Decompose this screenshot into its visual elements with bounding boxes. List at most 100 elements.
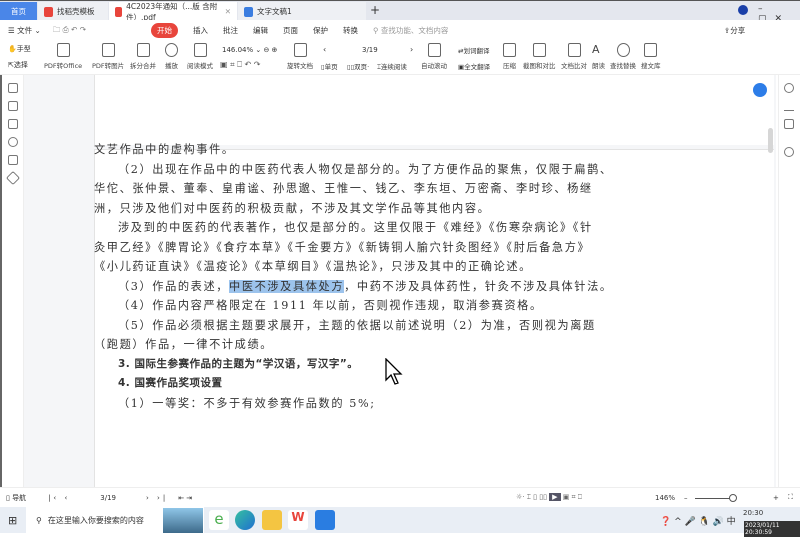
- label: PDF转Office: [44, 62, 83, 70]
- system-tray-icons[interactable]: ❓ ^ 🎤 🐧 🔊 中: [660, 514, 736, 527]
- read-mode-button[interactable]: 阅读模式: [187, 43, 213, 70]
- label: 连续阅读: [380, 63, 407, 71]
- pdf-to-image-button[interactable]: PDF转图片: [92, 43, 124, 70]
- zoom-slider-handle[interactable]: [729, 494, 737, 502]
- menu-insert[interactable]: 插入: [193, 25, 208, 36]
- rotate-button[interactable]: 旋转文档: [287, 43, 313, 70]
- first-prev-buttons[interactable]: |‹ ‹: [48, 494, 70, 502]
- pdf-icon: [115, 6, 123, 17]
- full-translate-button[interactable]: ▣全文翻译: [458, 61, 490, 71]
- prev-page-button[interactable]: ‹: [323, 45, 326, 54]
- settings-slider-icon[interactable]: [784, 101, 794, 111]
- tab-home[interactable]: 首页: [0, 2, 37, 21]
- share-button[interactable]: ⇪分享: [724, 25, 745, 36]
- hand-tool[interactable]: ✋手型: [8, 44, 31, 54]
- tab-template[interactable]: 找稻壳模板: [38, 2, 108, 21]
- screenshot-compare-button[interactable]: 截图和对比: [523, 43, 556, 70]
- nav-button[interactable]: ▯ 导航: [6, 493, 26, 503]
- label: 全文翻译: [464, 63, 491, 71]
- continuous-read-button[interactable]: ⌶连续阅读: [377, 61, 407, 72]
- zoom-in-button[interactable]: +: [773, 494, 779, 502]
- text-line: （4）作品内容严格限定在 1911 年以前，否则视作违规，取消参赛资格。: [118, 299, 543, 312]
- attachment-icon[interactable]: [8, 137, 18, 147]
- label: 朗读: [592, 62, 605, 70]
- menu-convert[interactable]: 转换: [343, 25, 358, 36]
- text-line: 文艺作品中的虚构事件。: [94, 143, 235, 156]
- ie-browser-icon[interactable]: e: [209, 510, 229, 530]
- floating-tool-button[interactable]: [753, 83, 767, 97]
- page-indicator[interactable]: 3/19: [362, 46, 378, 54]
- fit-icons[interactable]: ▣ ⌗ ⎕ ↶ ↷: [220, 60, 260, 70]
- label: 文档比对: [561, 62, 587, 70]
- menu-protect[interactable]: 保护: [313, 25, 328, 36]
- compress-button[interactable]: 压缩: [503, 43, 516, 70]
- new-tab-button[interactable]: +: [370, 3, 380, 17]
- tab-label: 首页: [11, 7, 26, 16]
- close-icon[interactable]: ✕: [225, 7, 231, 16]
- label: 双页: [354, 63, 368, 71]
- wps-icon[interactable]: W: [288, 510, 308, 530]
- quick-access-icons[interactable]: 🗀 ⎙ ↶ ↷: [53, 24, 86, 37]
- signature-icon[interactable]: [8, 155, 18, 165]
- panel-icon[interactable]: [784, 119, 794, 129]
- label: 拆分合并: [130, 62, 156, 70]
- right-sidebar: [778, 75, 800, 487]
- menu-page[interactable]: 页面: [283, 25, 298, 36]
- vertical-scrollbar[interactable]: [768, 128, 773, 153]
- label: 单页: [324, 63, 338, 71]
- single-page-button[interactable]: ▯单页: [321, 61, 338, 71]
- find-replace-button[interactable]: 查找替换: [610, 43, 636, 70]
- auto-scroll-button[interactable]: 自动滚动: [421, 43, 447, 70]
- search-icon: ⚲: [36, 515, 42, 525]
- thumbnail-icon[interactable]: [8, 101, 18, 111]
- page-indicator[interactable]: 3/19: [100, 494, 116, 502]
- search-library-button[interactable]: 搜文库: [641, 43, 661, 70]
- selected-text[interactable]: 中医不涉及具体处方: [229, 279, 345, 293]
- layers-icon[interactable]: [5, 170, 21, 186]
- status-bar: ▯ 导航 |‹ ‹ 3/19 › ›| ⇤ ⇥ ☼· ⌶ ▯ ▯▯ ▶ ▣ ⌗ …: [0, 487, 800, 507]
- windows-start-icon[interactable]: ⊞: [8, 514, 17, 527]
- library-icon: [644, 43, 658, 57]
- back-forward-icons[interactable]: ⇤ ⇥: [178, 494, 192, 502]
- comment-icon[interactable]: [8, 119, 18, 129]
- double-page-button[interactable]: ▯▯双页·: [347, 61, 369, 71]
- bookmark-icon[interactable]: [8, 83, 18, 93]
- menu-comment[interactable]: 批注: [223, 25, 238, 36]
- menu-edit[interactable]: 编辑: [253, 25, 268, 36]
- tab-pdf[interactable]: 4C2023年通知（...版 含附件）.pdf ✕: [109, 2, 237, 22]
- read-aloud-button[interactable]: A 朗读: [592, 43, 605, 70]
- zoom-out-button[interactable]: –: [684, 494, 688, 502]
- search-placeholder: 在这里输入你要搜索的内容: [47, 515, 144, 525]
- select-tool[interactable]: ⇱选择: [8, 60, 28, 70]
- avatar[interactable]: [738, 5, 748, 15]
- zoom-value: 146.04%: [222, 46, 254, 54]
- read-aloud-icon: A: [592, 43, 600, 56]
- play-button[interactable]: 播放: [165, 43, 178, 70]
- user-search-icon[interactable]: [784, 83, 794, 93]
- page-text[interactable]: 文艺作品中的虚构事件。 （2）出现在作品中的中医药代表人物仅是部分的。为了方便作…: [94, 140, 613, 413]
- text-line: （2）出现在作品中的中医药代表人物仅是部分的。为了方便作品的聚焦，仅限于扁鹊、: [118, 162, 613, 176]
- menu-start[interactable]: 开始: [151, 22, 179, 38]
- meeting-app-icon[interactable]: [315, 510, 335, 530]
- search-input[interactable]: ⚲ 查找功能、文档内容: [373, 25, 448, 36]
- clock-time[interactable]: 20:30: [743, 509, 763, 517]
- next-last-buttons[interactable]: › ›|: [146, 494, 168, 502]
- fullscreen-icon[interactable]: ⛶: [788, 493, 793, 502]
- zoom-select[interactable]: 146.04% ⌄ ⊖ ⊕: [222, 46, 277, 54]
- edge-browser-icon[interactable]: [235, 510, 255, 530]
- clock-icon[interactable]: [784, 147, 794, 157]
- view-mode-icons[interactable]: ☼· ⌶ ▯ ▯▯ ▶ ▣ ⌗ ⎕: [516, 493, 582, 502]
- word-translate-button[interactable]: ⇄划词翻译: [458, 45, 489, 55]
- ime-indicator[interactable]: 中: [727, 517, 736, 527]
- text-line: （3）作品的表述，中医不涉及具体处方，中药不涉及具体药性，针灸不涉及具体针法。: [94, 277, 611, 297]
- split-merge-button[interactable]: 拆分合并: [130, 43, 156, 70]
- file-explorer-icon[interactable]: [262, 510, 282, 530]
- doc-compare-button[interactable]: 文档比对: [561, 43, 587, 70]
- pdf-to-office-button[interactable]: PDF转Office: [44, 43, 82, 70]
- next-page-button[interactable]: ›: [410, 45, 413, 54]
- file-menu[interactable]: ☰ 文件 ⌄: [8, 25, 41, 36]
- docer-icon: [44, 6, 53, 17]
- zoom-level[interactable]: 146%: [655, 494, 675, 502]
- tab-doc[interactable]: 文字文稿1: [238, 2, 366, 21]
- text-segment: ，中药不涉及具体药性，针灸不涉及具体针法。: [344, 279, 613, 293]
